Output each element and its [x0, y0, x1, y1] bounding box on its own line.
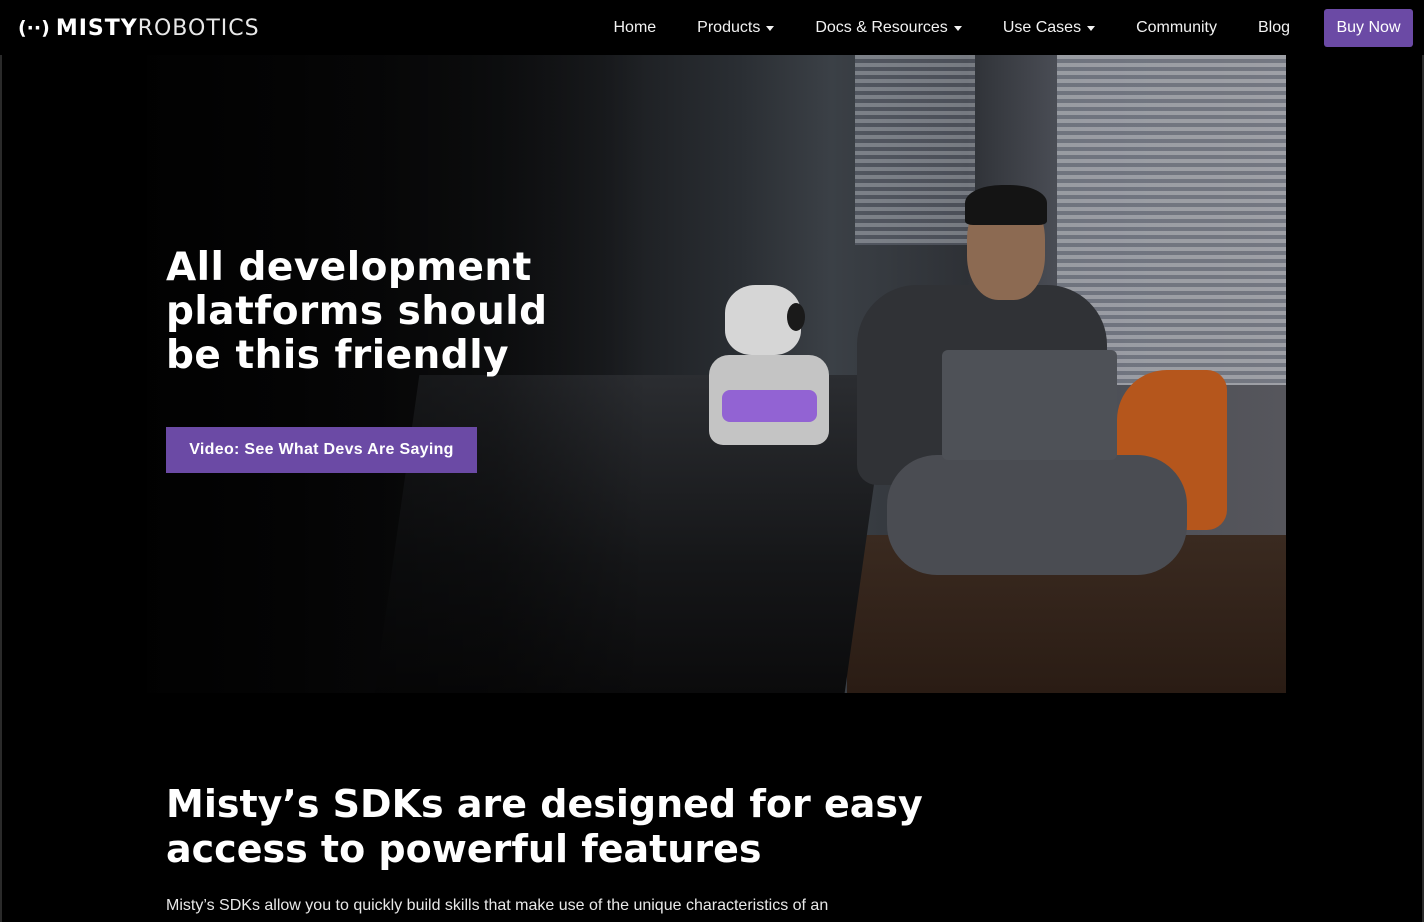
laptop: [942, 350, 1117, 460]
nav-community[interactable]: Community: [1136, 19, 1217, 37]
nav-home[interactable]: Home: [613, 19, 656, 37]
nav-docs-resources-label: Docs & Resources: [815, 18, 948, 36]
nav-blog-label: Blog: [1257, 18, 1290, 36]
misty-robotics-logo[interactable]: (··) MISTYROBOTICS: [18, 14, 260, 42]
logo-text-light: ROBOTICS: [137, 15, 260, 41]
caret-down-icon: [766, 25, 775, 31]
caret-down-icon: [953, 25, 962, 31]
nav-use-cases[interactable]: Use Cases: [1002, 18, 1096, 37]
robot-purple-glow: [722, 390, 817, 422]
logo-text-bold: MISTY: [55, 15, 138, 41]
person-legs: [887, 455, 1187, 575]
nav-links: Home Products Docs & Resources Use Cases…: [613, 0, 1424, 55]
sdk-section-title: Misty’s SDKs are designed for easy acces…: [166, 782, 923, 871]
nav-products-label: Products: [697, 18, 761, 36]
nav-products[interactable]: Products: [697, 18, 775, 37]
logo-mark-icon: (··): [18, 17, 50, 39]
person-hair: [965, 185, 1047, 225]
top-navbar: (··) MISTYROBOTICS Home Products Docs & …: [0, 0, 1424, 55]
nav-use-cases-label: Use Cases: [1002, 18, 1082, 36]
hero-title: All development platforms should be this…: [166, 245, 548, 378]
page-left-border: [0, 55, 2, 922]
caret-down-icon: [1087, 25, 1096, 31]
nav-docs-resources[interactable]: Docs & Resources: [815, 19, 962, 37]
video-button[interactable]: Video: See What Devs Are Saying: [166, 427, 477, 473]
nav-blog[interactable]: Blog: [1258, 19, 1290, 37]
window-blinds-left: [855, 55, 975, 245]
robot-eye: [787, 303, 805, 331]
nav-community-label: Community: [1136, 18, 1217, 36]
buy-now-button[interactable]: Buy Now: [1324, 8, 1413, 47]
nav-home-label: Home: [613, 18, 657, 36]
sdk-section-text: Misty’s SDKs allow you to quickly build …: [166, 897, 829, 914]
